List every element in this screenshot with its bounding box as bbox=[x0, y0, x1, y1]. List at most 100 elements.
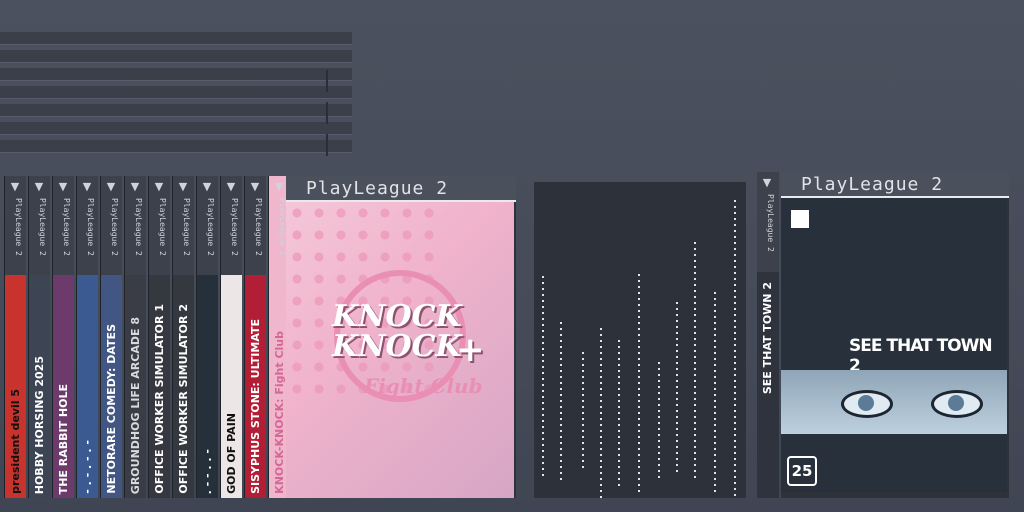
spine-brand: PlayLeague 2 bbox=[158, 198, 167, 256]
spine-title: GROUNDHOG LIFE ARCADE 8 bbox=[129, 316, 142, 494]
code-column bbox=[542, 276, 544, 476]
code-column bbox=[734, 200, 736, 498]
code-column bbox=[560, 322, 562, 482]
dice-icon bbox=[791, 210, 809, 228]
spine-top: ▼ PlayLeague 2 bbox=[77, 176, 98, 275]
platform-logo-icon: ▼ bbox=[58, 180, 68, 193]
spine-brand: PlayLeague 2 bbox=[62, 198, 71, 256]
spine-title-wrap: GOD OF PAIN bbox=[221, 280, 242, 494]
platform-logo-icon: ▼ bbox=[82, 180, 92, 193]
code-column bbox=[694, 242, 696, 482]
second-case-spine[interactable]: ▼ PlayLeague 2 SEE THAT TOWN 2 bbox=[757, 172, 779, 498]
spine-title: KNOCK-KNOCK: Fight Club bbox=[273, 331, 286, 494]
platform-logo-icon: ▼ bbox=[106, 180, 116, 193]
spine-title-wrap: SISYPHUS STONE: ULTIMATE bbox=[245, 280, 266, 494]
spine-top: ▼ PlayLeague 2 bbox=[5, 176, 26, 275]
game-spine[interactable]: ▼ PlayLeague 2 OFFICE WORKER SIMULATOR 1 bbox=[148, 176, 170, 498]
spine-brand: PlayLeague 2 bbox=[254, 198, 263, 256]
game-spine[interactable]: ▼ PlayLeague 2 . - - . . - bbox=[196, 176, 218, 498]
eyes-illustration bbox=[781, 370, 1007, 434]
spine-brand: PlayLeague 2 bbox=[766, 194, 775, 252]
spine-title: OFFICE WORKER SIMULATOR 1 bbox=[153, 304, 166, 494]
game-spine[interactable]: ▼ PlayLeague 2 - . - . - . - bbox=[76, 176, 98, 498]
spine-title: SISYPHUS STONE: ULTIMATE bbox=[249, 319, 262, 494]
age-rating-badge: 25 bbox=[787, 456, 817, 486]
featured-game-case[interactable]: PlayLeague 2 KNOCK KNOCK + Fight Club bbox=[286, 176, 516, 498]
spine-title: president devil 5 bbox=[9, 389, 22, 494]
spine-title-wrap: SEE THAT TOWN 2 bbox=[757, 282, 778, 492]
code-column bbox=[676, 302, 678, 472]
cover-art: SEE THAT TOWN 2 25 bbox=[781, 198, 1007, 492]
code-column bbox=[618, 340, 620, 490]
spine-top: ▼ PlayLeague 2 bbox=[53, 176, 74, 275]
spine-brand: PlayLeague 2 bbox=[182, 198, 191, 256]
right-eye bbox=[931, 390, 983, 418]
second-game-case[interactable]: PlayLeague 2 SEE THAT TOWN 2 25 bbox=[781, 172, 1009, 498]
spine-top: ▼ PlayLeague 2 bbox=[29, 176, 50, 275]
spine-title: OFFICE WORKER SIMULATOR 2 bbox=[177, 304, 190, 494]
spine-brand: PlayLeague 2 bbox=[14, 198, 23, 256]
spine-brand: PlayLeague 2 bbox=[206, 198, 215, 256]
spine-top: ▼ PlayLeague 2 bbox=[197, 176, 218, 275]
game-spine[interactable]: ▼ PlayLeague 2 THE RABBIT HOLE bbox=[52, 176, 74, 498]
case-header: PlayLeague 2 bbox=[781, 172, 1009, 198]
platform-brand: PlayLeague 2 bbox=[801, 174, 944, 195]
spine-brand: PlayLeague 2 bbox=[38, 198, 47, 256]
logo-plus: + bbox=[456, 330, 485, 370]
code-rain-panel bbox=[534, 182, 746, 498]
game-spine[interactable]: ▼ PlayLeague 2 GROUNDHOG LIFE ARCADE 8 bbox=[124, 176, 146, 498]
game-logo: KNOCK KNOCK bbox=[332, 302, 462, 362]
spine-top: ▼ PlayLeague 2 bbox=[101, 176, 122, 275]
spine-title-wrap: NETORARE COMEDY: DATES bbox=[101, 280, 122, 494]
spine-title-wrap: OFFICE WORKER SIMULATOR 1 bbox=[149, 280, 170, 494]
spine-title-wrap: . - - . . - bbox=[197, 280, 218, 494]
spine-title-wrap: THE RABBIT HOLE bbox=[53, 280, 74, 494]
code-column bbox=[600, 328, 602, 498]
spine-top: ▼ PlayLeague 2 bbox=[125, 176, 146, 275]
cover-art: KNOCK KNOCK + Fight Club bbox=[286, 202, 514, 498]
logo-line-2: KNOCK bbox=[332, 329, 462, 364]
platform-logo-icon: ▼ bbox=[130, 180, 140, 193]
spine-top: ▼ PlayLeague 2 bbox=[757, 172, 779, 272]
spine-title: GOD OF PAIN bbox=[225, 413, 238, 494]
logo-subtitle: Fight Club bbox=[364, 374, 483, 398]
game-spine[interactable]: ▼ PlayLeague 2 HOBBY HORSING 2025 bbox=[28, 176, 50, 498]
game-spine[interactable]: ▼ PlayLeague 2 NETORARE COMEDY: DATES bbox=[100, 176, 122, 498]
spine-top: ▼ PlayLeague 2 bbox=[221, 176, 242, 275]
spine-title: THE RABBIT HOLE bbox=[57, 383, 70, 494]
game-spine[interactable]: ▼ PlayLeague 2 SISYPHUS STONE: ULTIMATE bbox=[244, 176, 266, 498]
platform-logo-icon: ▼ bbox=[178, 180, 188, 193]
platform-logo-icon: ▼ bbox=[226, 180, 236, 193]
spine-brand: PlayLeague 2 bbox=[134, 198, 143, 256]
spine-top: ▼ PlayLeague 2 bbox=[149, 176, 170, 275]
spine-title: NETORARE COMEDY: DATES bbox=[105, 324, 118, 494]
game-spine[interactable]: ▼ PlayLeague 2 OFFICE WORKER SIMULATOR 2 bbox=[172, 176, 194, 498]
spine-brand: PlayLeague 2 bbox=[230, 198, 239, 256]
game-spine[interactable]: ▼ PlayLeague 2 president devil 5 bbox=[4, 176, 26, 498]
platform-logo-icon: ▼ bbox=[274, 180, 284, 193]
code-column bbox=[582, 352, 584, 472]
shelf-slats bbox=[0, 32, 352, 162]
code-column bbox=[658, 362, 660, 482]
platform-logo-icon: ▼ bbox=[762, 176, 772, 189]
spine-top: ▼ PlayLeague 2 bbox=[173, 176, 194, 275]
spine-brand: PlayLeague 2 bbox=[110, 198, 119, 256]
spine-title-wrap: OFFICE WORKER SIMULATOR 2 bbox=[173, 280, 194, 494]
code-column bbox=[638, 274, 640, 494]
logo-line-1: KNOCK bbox=[332, 299, 462, 334]
spine-title: . - - . . - bbox=[201, 448, 214, 494]
platform-logo-icon: ▼ bbox=[34, 180, 44, 193]
platform-logo-icon: ▼ bbox=[202, 180, 212, 193]
spine-title-wrap: - . - . - . - bbox=[77, 280, 98, 494]
spine-title: HOBBY HORSING 2025 bbox=[33, 355, 46, 494]
spine-title-wrap: HOBBY HORSING 2025 bbox=[29, 280, 50, 494]
platform-logo-icon: ▼ bbox=[10, 180, 20, 193]
spine-title-wrap: president devil 5 bbox=[5, 280, 26, 494]
case-header: PlayLeague 2 bbox=[286, 176, 516, 202]
spine-title: - . - . - . - bbox=[81, 440, 94, 494]
game-spine[interactable]: ▼ PlayLeague 2 GOD OF PAIN bbox=[220, 176, 242, 498]
platform-logo-icon: ▼ bbox=[250, 180, 260, 193]
game-spine-row: ▼ PlayLeague 2 president devil 5 ▼ PlayLeagu… bbox=[4, 176, 292, 502]
spine-top: ▼ PlayLeague 2 bbox=[245, 176, 266, 275]
platform-brand: PlayLeague 2 bbox=[306, 178, 449, 199]
